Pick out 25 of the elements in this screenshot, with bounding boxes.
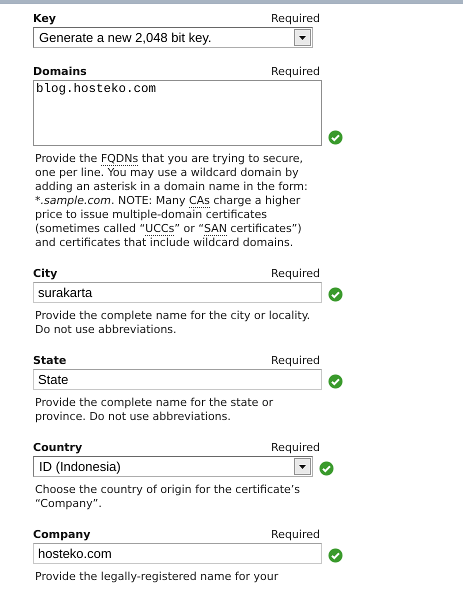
input-field[interactable]: hosteko.com: [33, 543, 322, 564]
required-label: Required: [271, 267, 320, 280]
dropdown-field[interactable]: Generate a new 2,048 bit key.: [33, 27, 313, 48]
field-label: Company: [33, 528, 90, 541]
help-text: Provide the complete name for the city or locality. Do not use abbreviations.: [34, 309, 312, 337]
help-text: Provide the complete name for the state or province. Do not use abbreviations.: [34, 396, 274, 424]
help-text: Provide the FQDNs that you are trying to secure, one per line. You may use a wildcard domain by adding an asterisk in a domain name in the form: *.sample.com. NOTE: Many CAs charge a higher price to issue multiple-domain certificates (sometimes called “UCCs” or “SAN certificates”) and certificates that include wildcard domains.: [34, 152, 309, 250]
field-label: City: [33, 267, 58, 280]
field-label: State: [33, 354, 66, 367]
required-label: Required: [271, 441, 320, 454]
field-label: Key: [33, 12, 56, 25]
required-label: Required: [271, 12, 320, 25]
help-text: Choose the country of origin for the certificate’s “Company”.: [34, 483, 302, 511]
input-field[interactable]: State: [33, 369, 322, 390]
dropdown-button[interactable]: [294, 458, 311, 475]
dropdown-button[interactable]: [294, 29, 311, 46]
required-label: Required: [271, 528, 320, 541]
text-area[interactable]: blog.hosteko.com: [33, 80, 322, 146]
dropdown-field[interactable]: ID (Indonesia): [33, 456, 313, 477]
help-text: Provide the legally-registered name for your: [34, 570, 280, 584]
required-label: Required: [271, 354, 320, 367]
input-field[interactable]: surakarta: [33, 282, 322, 303]
field-label: Domains: [33, 65, 87, 78]
field-label: Country: [33, 441, 82, 454]
required-label: Required: [271, 65, 320, 78]
